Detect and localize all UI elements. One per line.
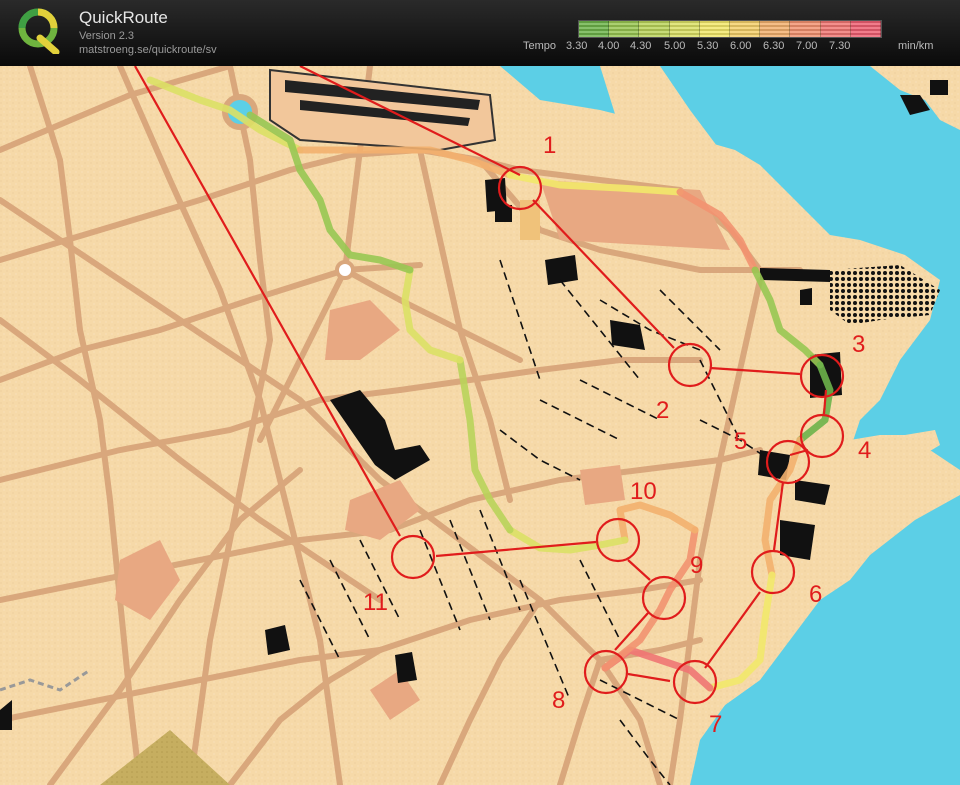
- pace-tick: 6.30: [763, 40, 785, 52]
- control-number-5: 5: [734, 428, 747, 455]
- control-number-7: 7: [709, 711, 722, 738]
- pace-color-segment: [790, 21, 821, 37]
- control-number-9: 9: [690, 552, 703, 579]
- control-number-6: 6: [809, 581, 822, 608]
- app-url: matstroeng.se/quickroute/sv: [79, 44, 217, 56]
- pace-tick: 4.00: [598, 40, 620, 52]
- app-version: Version 2.3: [79, 30, 135, 42]
- control-number-3: 3: [852, 331, 865, 358]
- pace-tick: 7.00: [796, 40, 818, 52]
- pace-tick: 5.00: [664, 40, 686, 52]
- pace-tick: 6.00: [730, 40, 752, 52]
- pace-unit: min/km: [898, 40, 934, 52]
- control-number-1: 1: [543, 132, 556, 159]
- pace-tick: 7.30: [829, 40, 851, 52]
- orienteering-map[interactable]: 1 2 3 4 5 6 7 8 9 10 11: [0, 66, 960, 785]
- pace-color-segment: [760, 21, 791, 37]
- pace-tick: 3.30: [566, 40, 588, 52]
- header-bar: QuickRoute Version 2.3 matstroeng.se/qui…: [0, 0, 960, 66]
- app-name: QuickRoute: [79, 8, 168, 27]
- pace-color-segment: [820, 21, 851, 37]
- control-number-8: 8: [552, 687, 565, 714]
- pace-color-segment: [639, 21, 670, 37]
- pace-color-segment: [730, 21, 761, 37]
- pace-color-scale: [578, 20, 882, 38]
- quickroute-logo-icon: [18, 8, 60, 54]
- pace-color-segment: [699, 21, 731, 37]
- control-number-4: 4: [858, 437, 871, 464]
- pace-legend-label: Tempo: [523, 40, 557, 52]
- map-canvas[interactable]: 1 2 3 4 5 6 7 8 9 10 11: [0, 66, 960, 785]
- pace-color-segment: [669, 21, 700, 37]
- pace-color-segment: [579, 21, 610, 37]
- control-number-10: 10: [630, 478, 657, 505]
- control-number-11: 11: [363, 589, 388, 616]
- pace-legend: Tempo 3.30 4.00 4.30 5.00 5.30 6.00 6.30…: [520, 18, 960, 58]
- pace-color-segment: [850, 21, 882, 37]
- pace-tick: 4.30: [630, 40, 652, 52]
- control-number-2: 2: [656, 397, 669, 424]
- pace-tick: 5.30: [697, 40, 719, 52]
- pace-color-segment: [609, 21, 640, 37]
